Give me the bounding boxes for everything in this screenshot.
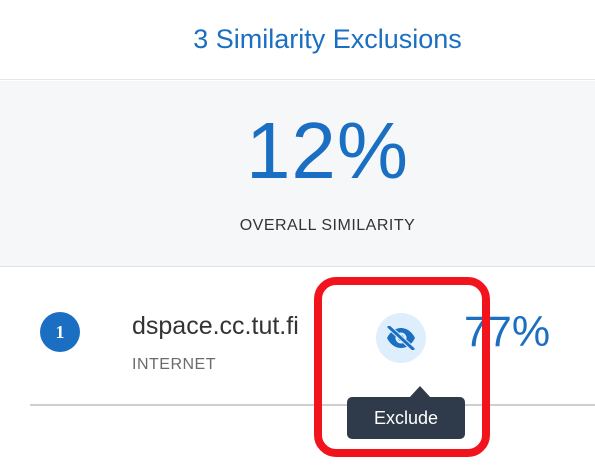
exclude-source-button[interactable] <box>376 313 426 363</box>
eye-off-icon <box>386 326 416 350</box>
source-name: dspace.cc.tut.fi <box>132 312 299 340</box>
panel-header: 3 Similarity Exclusions <box>0 0 595 80</box>
source-list-item[interactable]: 1 dspace.cc.tut.fi INTERNET 77% <box>30 268 595 406</box>
exclude-tooltip: Exclude <box>347 397 465 439</box>
source-match-percent: 77% <box>464 308 551 356</box>
overall-similarity-summary: 12% OVERALL SIMILARITY <box>0 81 595 267</box>
source-rank-badge: 1 <box>40 312 80 352</box>
overall-similarity-label: OVERALL SIMILARITY <box>239 217 416 234</box>
similarity-panel: 3 Similarity Exclusions 12% OVERALL SIMI… <box>0 0 595 466</box>
similarity-exclusions-link[interactable]: 3 Similarity Exclusions <box>193 24 462 55</box>
overall-similarity-percent: 12% <box>245 106 410 195</box>
source-type-label: INTERNET <box>132 356 216 373</box>
